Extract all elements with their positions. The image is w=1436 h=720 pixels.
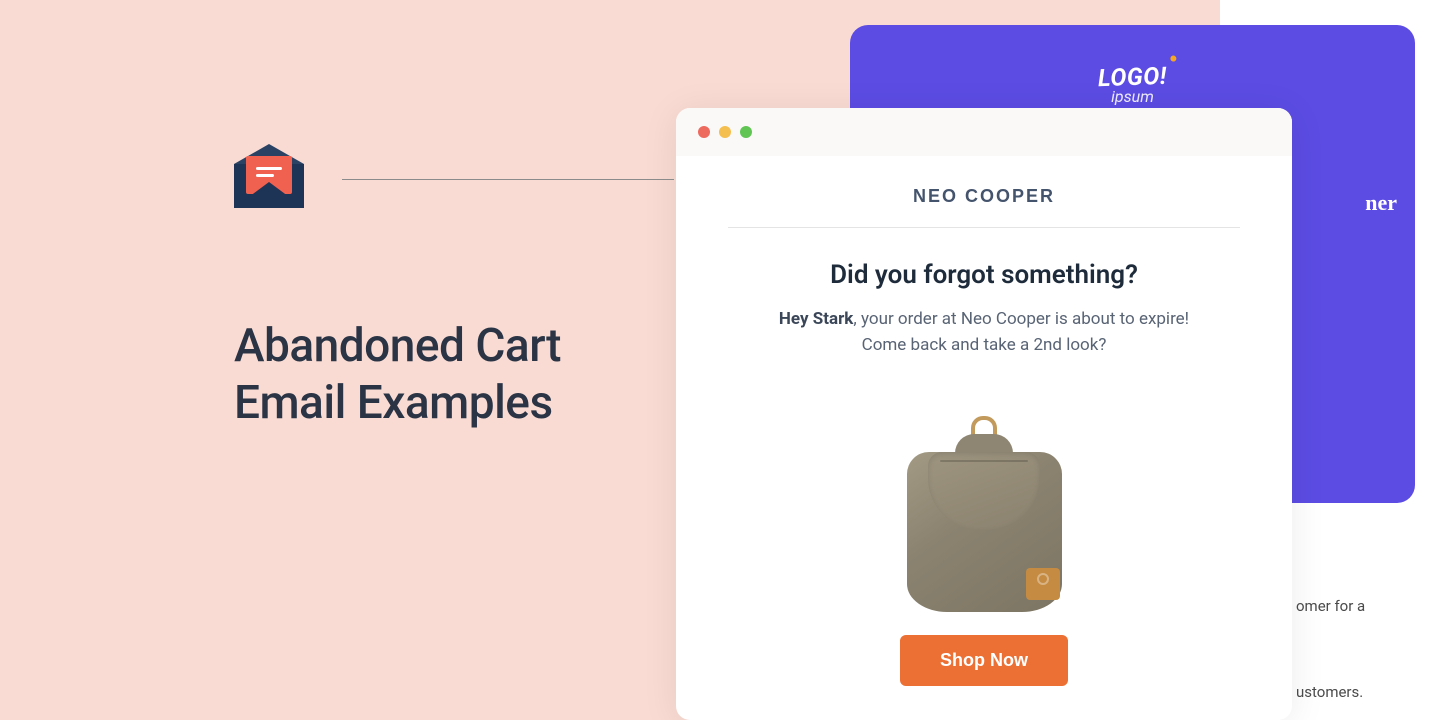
logo-container: LOGO! ipsum [850, 63, 1415, 106]
maximize-icon[interactable] [740, 126, 752, 138]
close-icon[interactable] [698, 126, 710, 138]
message-line-2: Come back and take a 2nd look? [862, 335, 1107, 355]
divider [728, 227, 1240, 228]
connector-line [342, 179, 674, 180]
minimize-icon[interactable] [719, 126, 731, 138]
shop-now-button[interactable]: Shop Now [900, 635, 1068, 686]
envelope-row [234, 150, 674, 208]
backpack-product-image [907, 416, 1062, 611]
email-message: Hey Stark, your order at Neo Cooper is a… [728, 306, 1240, 359]
side-text-fragment: omer for a [1296, 597, 1365, 615]
logo-sub: ipsum [850, 87, 1415, 106]
email-headline: Did you forgot something? [728, 260, 1240, 290]
window-titlebar [676, 108, 1292, 156]
purple-card-partial-text: ner [1365, 190, 1397, 216]
email-preview-window: NEO COOPER Did you forgot something? Hey… [676, 108, 1292, 720]
message-line-1: , your order at Neo Cooper is about to e… [853, 309, 1189, 329]
envelope-icon [234, 150, 304, 208]
email-body: NEO COOPER Did you forgot something? Hey… [676, 156, 1292, 686]
page-title: Abandoned Cart Email Examples [234, 318, 674, 432]
email-brand: NEO COOPER [728, 186, 1240, 207]
product-image-area [728, 381, 1240, 611]
left-heading-area: Abandoned Cart Email Examples [234, 150, 674, 432]
greeting-name: Hey Stark [779, 309, 853, 329]
side-text-fragment: ustomers. [1296, 683, 1363, 701]
